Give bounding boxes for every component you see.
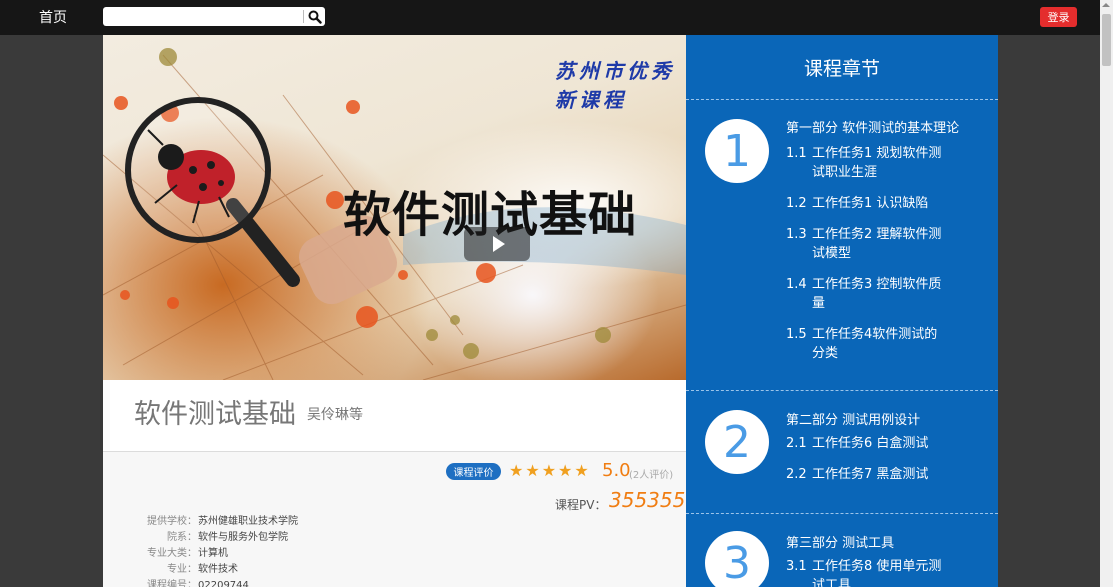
rating-badge[interactable]: 课程评价 bbox=[446, 463, 501, 480]
home-link[interactable]: 首页 bbox=[39, 7, 67, 27]
meta-row-department: 院系： 软件与服务外包学院 bbox=[103, 530, 363, 546]
meta-key: 课程编号： bbox=[147, 580, 197, 587]
course-meta: 提供学校： 苏州健雄职业技术学院 院系： 软件与服务外包学院 专业大类： 计算机… bbox=[103, 514, 363, 587]
lesson-number: 2.1 bbox=[786, 436, 807, 451]
login-button[interactable]: 登录 bbox=[1040, 7, 1077, 27]
lesson-number: 1.5 bbox=[786, 327, 807, 342]
search-button[interactable] bbox=[305, 7, 325, 26]
meta-key: 专业大类： bbox=[147, 548, 197, 559]
meta-row-major: 专业： 软件技术 bbox=[103, 562, 363, 578]
rating-score: 5.0 bbox=[602, 460, 631, 481]
top-nav-bar: 首页 登录 bbox=[0, 0, 1113, 35]
lesson-number: 3.1 bbox=[786, 559, 807, 574]
lesson-number: 1.2 bbox=[786, 196, 807, 211]
lesson-item[interactable]: 3.1 工作任务8 使用单元测试工具 bbox=[786, 557, 942, 587]
course-video-player[interactable]: 苏州市优秀新课程 软件测试基础 bbox=[103, 35, 686, 380]
lesson-title: 工作任务8 使用单元测试工具 bbox=[812, 559, 942, 587]
lesson-title: 工作任务2 理解软件测试模型 bbox=[812, 227, 942, 261]
pv-value: 355355 bbox=[609, 488, 686, 512]
lesson-number: 1.3 bbox=[786, 227, 807, 242]
meta-value: 02209744 bbox=[198, 580, 249, 587]
play-icon bbox=[492, 236, 505, 252]
lesson-number: 2.2 bbox=[786, 467, 807, 482]
meta-row-category: 专业大类： 计算机 bbox=[103, 546, 363, 562]
meta-key: 专业： bbox=[167, 564, 197, 575]
course-info-panel: 软件测试基础 吴伶琳等 课程评价 ★★★★★ 5.0 (2人评价) 课程PV： … bbox=[103, 380, 686, 587]
meta-row-course-id: 课程编号： 02209744 bbox=[103, 578, 363, 587]
course-title-bar: 软件测试基础 吴伶琳等 bbox=[103, 380, 686, 452]
search-box bbox=[103, 7, 325, 26]
course-teacher[interactable]: 吴伶琳等 bbox=[307, 404, 363, 424]
search-divider bbox=[303, 10, 304, 23]
chapter-part-1: 1 第一部分 软件测试的基本理论 1.1 工作任务1 规划软件测试职业生涯 1.2… bbox=[686, 100, 998, 391]
scroll-thumb[interactable] bbox=[1102, 14, 1111, 66]
meta-value: 计算机 bbox=[198, 548, 228, 559]
lesson-title: 工作任务3 控制软件质量 bbox=[812, 277, 942, 311]
lesson-title: 工作任务7 黑盒测试 bbox=[812, 467, 929, 482]
part-title[interactable]: 第一部分 软件测试的基本理论 bbox=[786, 117, 959, 136]
rating-stars: ★★★★★ bbox=[509, 461, 591, 480]
lesson-item[interactable]: 1.3 工作任务2 理解软件测试模型 bbox=[786, 225, 942, 263]
meta-key: 提供学校： bbox=[147, 516, 197, 527]
search-input[interactable] bbox=[103, 7, 301, 26]
lesson-number: 1.4 bbox=[786, 277, 807, 292]
part-title[interactable]: 第三部分 测试工具 bbox=[786, 532, 894, 551]
part-number-badge: 2 bbox=[705, 410, 769, 474]
pv-label: 课程PV： bbox=[555, 498, 607, 512]
part-title[interactable]: 第二部分 测试用例设计 bbox=[786, 409, 920, 428]
lesson-title: 工作任务6 白盒测试 bbox=[812, 436, 929, 451]
search-icon bbox=[308, 10, 322, 24]
meta-key: 院系： bbox=[167, 532, 197, 543]
meta-row-school: 提供学校： 苏州健雄职业技术学院 bbox=[103, 514, 363, 530]
lesson-title: 工作任务1 规划软件测试职业生涯 bbox=[812, 146, 942, 180]
meta-value: 苏州健雄职业技术学院 bbox=[198, 516, 298, 527]
part-number-badge: 1 bbox=[705, 119, 769, 183]
chapters-heading: 课程章节 bbox=[686, 35, 998, 100]
lesson-title: 工作任务1 认识缺陷 bbox=[812, 196, 929, 211]
lesson-item[interactable]: 1.4 工作任务3 控制软件质量 bbox=[786, 275, 942, 313]
lesson-item[interactable]: 2.2 工作任务7 黑盒测试 bbox=[786, 465, 942, 484]
hero-subtitle: 苏州市优秀新课程 bbox=[555, 59, 675, 112]
lesson-item[interactable]: 1.1 工作任务1 规划软件测试职业生涯 bbox=[786, 144, 942, 182]
lesson-number: 1.1 bbox=[786, 146, 807, 161]
part-number-badge: 3 bbox=[705, 531, 769, 587]
play-button[interactable] bbox=[464, 227, 530, 261]
lesson-item[interactable]: 1.2 工作任务1 认识缺陷 bbox=[786, 194, 942, 213]
chapter-part-3: 3 第三部分 测试工具 3.1 工作任务8 使用单元测试工具 bbox=[686, 515, 998, 587]
page-scrollbar[interactable] bbox=[1100, 0, 1113, 587]
chapter-part-2: 2 第二部分 测试用例设计 2.1 工作任务6 白盒测试 2.2 工作任务7 黑盒测… bbox=[686, 392, 998, 514]
scroll-up-arrow-icon[interactable] bbox=[1102, 3, 1110, 7]
meta-value: 软件技术 bbox=[198, 564, 238, 575]
lesson-item[interactable]: 2.1 工作任务6 白盒测试 bbox=[786, 434, 942, 453]
rating-count: (2人评价) bbox=[629, 470, 674, 481]
course-title: 软件测试基础 bbox=[134, 399, 296, 430]
lesson-item[interactable]: 1.5 工作任务4软件测试的分类 bbox=[786, 325, 942, 363]
chapters-panel: 课程章节 1 第一部分 软件测试的基本理论 1.1 工作任务1 规划软件测试职业生… bbox=[686, 35, 998, 587]
meta-value: 软件与服务外包学院 bbox=[198, 532, 288, 543]
lesson-title: 工作任务4软件测试的分类 bbox=[812, 327, 938, 361]
